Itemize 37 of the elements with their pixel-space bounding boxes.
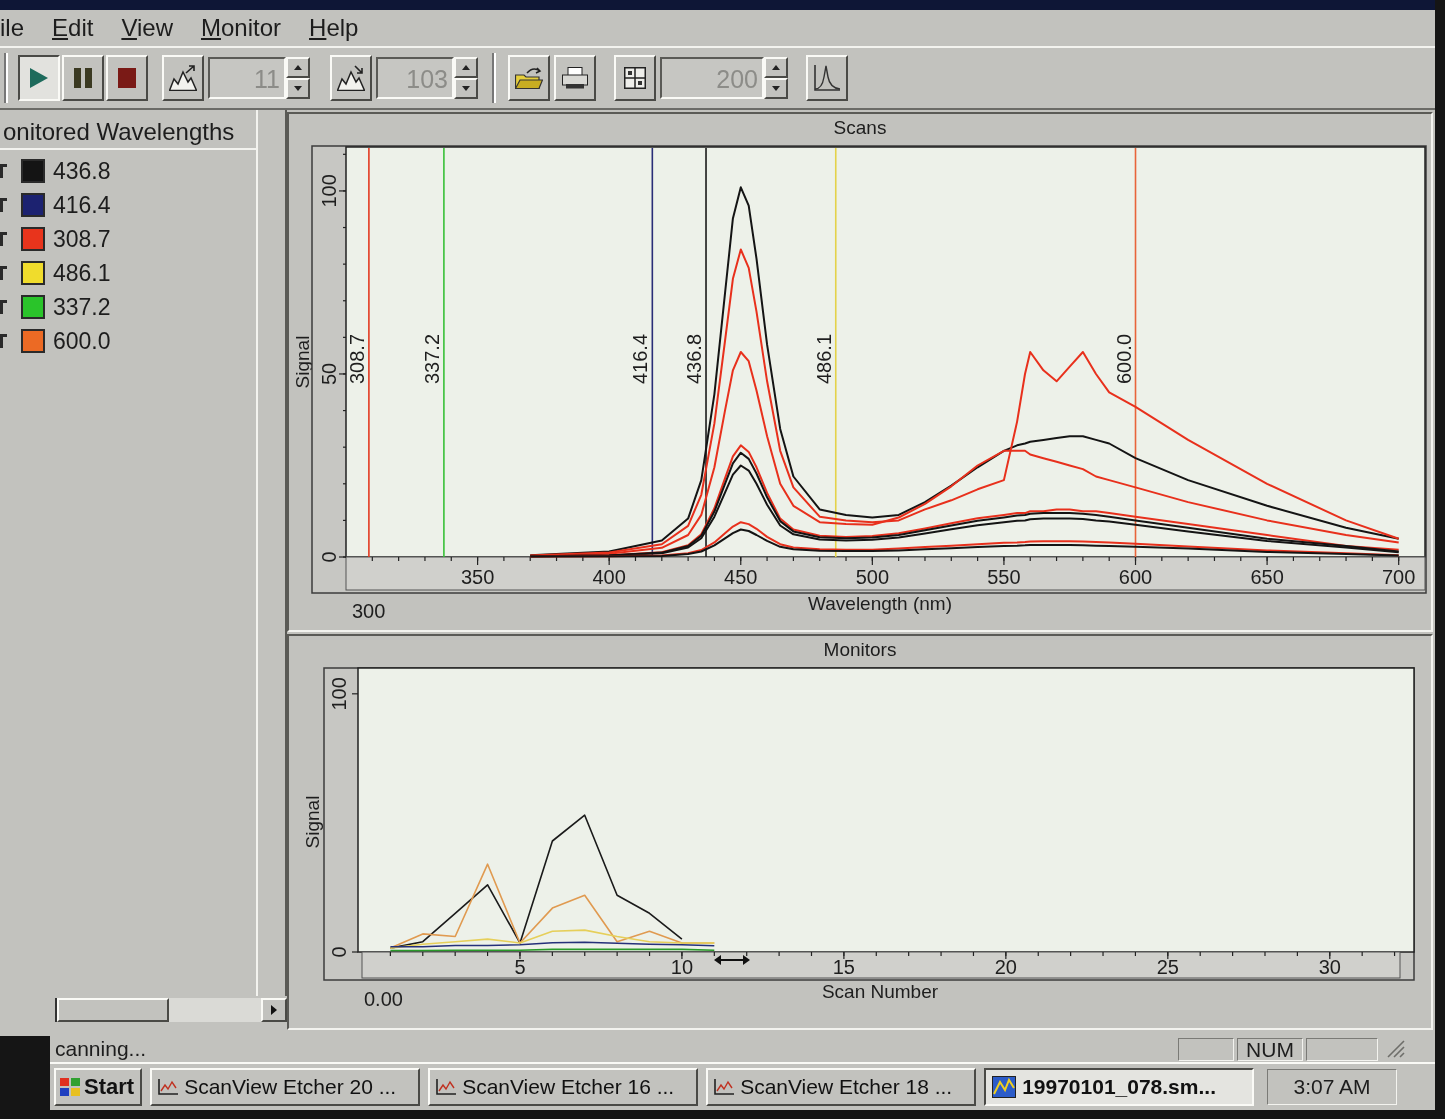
tick-label: 50 — [318, 362, 340, 386]
tick-label: 30 — [1318, 956, 1341, 978]
tick-label: 20 — [994, 956, 1017, 978]
marker-label: 600.0 — [1112, 333, 1135, 384]
axis-start-label: 0.00 — [364, 988, 403, 1010]
tick-label: 100 — [318, 174, 340, 208]
axis-title: Wavelength (nm) — [808, 593, 952, 614]
tick-label: 650 — [1250, 566, 1284, 588]
status-text: canning... — [55, 1037, 147, 1061]
tick-label: 0 — [318, 551, 340, 563]
axis-title: Scan Number — [821, 981, 939, 1002]
marker-label: 436.8 — [683, 333, 705, 384]
tick-label: 350 — [460, 566, 495, 588]
marker-label: 486.1 — [812, 333, 835, 384]
axis-start-label: 300 — [352, 600, 386, 622]
tick-label: 5 — [514, 956, 526, 978]
tick-label: 15 — [832, 956, 855, 978]
tick-label: 700 — [1382, 566, 1416, 588]
tick-label: 100 — [328, 677, 350, 711]
axis-title: Signal — [292, 335, 313, 389]
marker-label: 308.7 — [345, 333, 368, 384]
tick-label: 600 — [1118, 566, 1153, 588]
axis-title: Signal — [302, 795, 323, 849]
tick-label: 550 — [987, 566, 1021, 588]
status-indicator: NUM — [1237, 1037, 1303, 1061]
marker-label: 337.2 — [420, 333, 443, 384]
panel-title: onitored Wavelengths — [0, 110, 256, 150]
tick-label: 25 — [1156, 956, 1179, 978]
tick-label: 400 — [592, 566, 626, 588]
panel-title: Scans — [833, 116, 887, 140]
tick-label: 450 — [724, 566, 758, 588]
tick-label: 0 — [328, 946, 350, 958]
marker-label: 416.4 — [629, 333, 652, 384]
panel-title: Monitors — [823, 638, 897, 662]
tick-label: 500 — [855, 566, 890, 588]
tick-label: 10 — [670, 956, 694, 978]
clock: 3:07 AM — [1267, 1069, 1397, 1105]
